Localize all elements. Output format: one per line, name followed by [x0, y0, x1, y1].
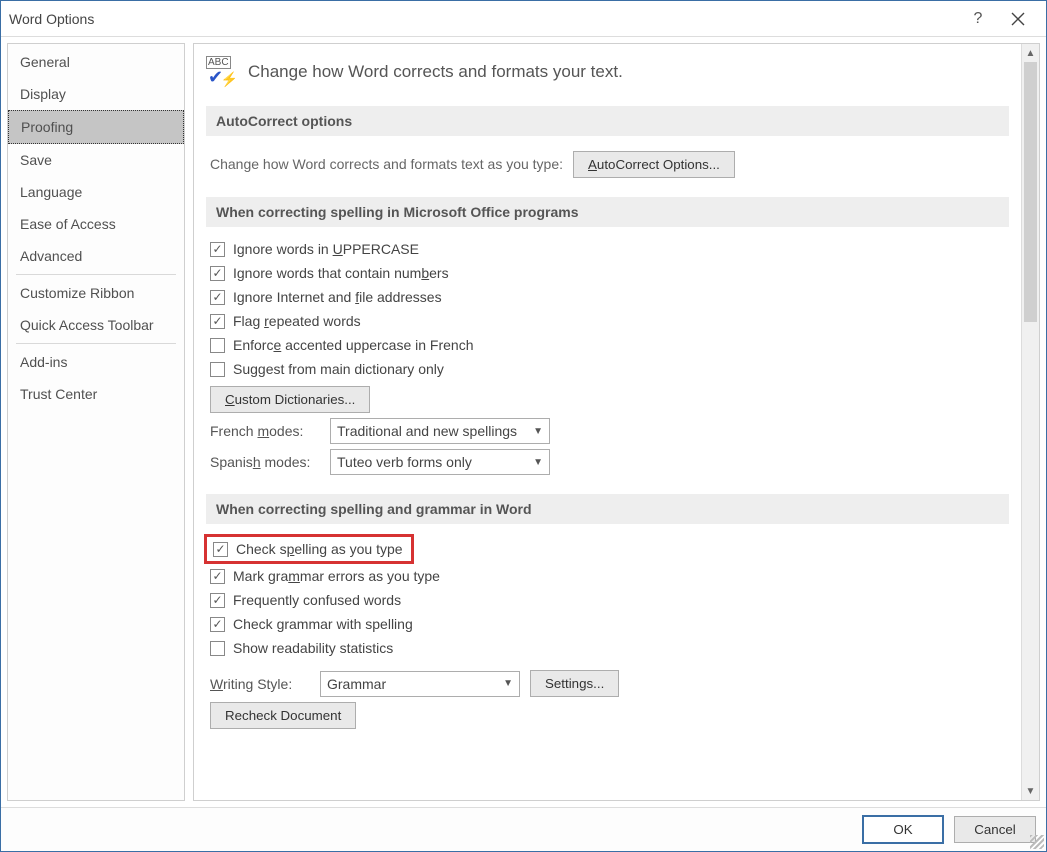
option-label: Frequently confused words — [233, 592, 401, 608]
option-label: Suggest from main dictionary only — [233, 361, 444, 377]
sidebar-item-general[interactable]: General — [8, 46, 184, 78]
option-label: Check spelling as you type — [236, 541, 403, 557]
option-check-grammar-with-spelling[interactable]: ✓ Check grammar with spelling — [210, 612, 1005, 636]
help-button[interactable]: ? — [958, 1, 998, 37]
sidebar-item-language[interactable]: Language — [8, 176, 184, 208]
option-mark-grammar-as-you-type[interactable]: ✓ Mark grammar errors as you type — [210, 564, 1005, 588]
sidebar-separator — [16, 343, 176, 344]
close-icon — [1011, 12, 1025, 26]
option-ignore-internet[interactable]: ✓ Ignore Internet and file addresses — [210, 285, 1005, 309]
chevron-down-icon: ▼ — [533, 457, 543, 468]
page-header-text: Change how Word corrects and formats you… — [248, 62, 623, 82]
writing-style-select[interactable]: Grammar ▼ — [320, 671, 520, 697]
checkbox-icon: ✓ — [213, 542, 228, 557]
sidebar-item-advanced[interactable]: Advanced — [8, 240, 184, 272]
chevron-down-icon: ▼ — [503, 678, 513, 689]
option-label: Check grammar with spelling — [233, 616, 413, 632]
proofing-icon: ABC ✔ ⚡ — [206, 56, 238, 88]
option-label: Ignore Internet and file addresses — [233, 289, 442, 305]
word-options-dialog: Word Options ? General Display Proofing … — [0, 0, 1047, 852]
dialog-footer: OK Cancel — [1, 807, 1046, 851]
sidebar-item-trust-center[interactable]: Trust Center — [8, 378, 184, 410]
checkbox-icon: ✓ — [210, 314, 225, 329]
autocorrect-desc: Change how Word corrects and formats tex… — [210, 156, 563, 172]
option-label: Ignore words that contain numbers — [233, 265, 449, 281]
sidebar-item-qat[interactable]: Quick Access Toolbar — [8, 309, 184, 341]
select-value: Traditional and new spellings — [337, 423, 517, 439]
checkbox-icon — [210, 362, 225, 377]
resize-grip-icon[interactable] — [1030, 835, 1044, 849]
section-word-body: ✓ Check spelling as you type ✓ Mark gram… — [206, 524, 1009, 742]
option-main-dictionary-only[interactable]: Suggest from main dictionary only — [210, 357, 1005, 381]
section-autocorrect-body: Change how Word corrects and formats tex… — [206, 136, 1009, 191]
cancel-button[interactable]: Cancel — [954, 816, 1036, 843]
option-ignore-numbers[interactable]: ✓ Ignore words that contain numbers — [210, 261, 1005, 285]
titlebar: Word Options ? — [1, 1, 1046, 37]
option-show-readability[interactable]: Show readability statistics — [210, 636, 1005, 660]
select-value: Grammar — [327, 676, 386, 692]
checkbox-icon — [210, 338, 225, 353]
scroll-up-icon[interactable]: ▲ — [1022, 44, 1039, 62]
select-value: Tuteo verb forms only — [337, 454, 472, 470]
dialog-body: General Display Proofing Save Language E… — [1, 37, 1046, 807]
ok-button[interactable]: OK — [862, 815, 944, 844]
vertical-scrollbar[interactable]: ▲ ▼ — [1021, 44, 1039, 800]
sidebar: General Display Proofing Save Language E… — [7, 43, 185, 801]
checkbox-icon: ✓ — [210, 593, 225, 608]
lightning-icon: ⚡ — [221, 71, 238, 88]
recheck-document-button[interactable]: Recheck Document — [210, 702, 356, 729]
content-panel: ABC ✔ ⚡ Change how Word corrects and for… — [194, 44, 1021, 800]
content-wrap: ABC ✔ ⚡ Change how Word corrects and for… — [193, 43, 1040, 801]
sidebar-item-addins[interactable]: Add-ins — [8, 346, 184, 378]
sidebar-item-save[interactable]: Save — [8, 144, 184, 176]
section-office-title: When correcting spelling in Microsoft Of… — [206, 197, 1009, 227]
sidebar-separator — [16, 274, 176, 275]
spanish-modes-label: Spanish modes: — [210, 454, 320, 470]
french-modes-label: French modes: — [210, 423, 320, 439]
custom-dictionaries-button[interactable]: Custom Dictionaries... — [210, 386, 370, 413]
settings-button[interactable]: Settings... — [530, 670, 619, 697]
option-label: Mark grammar errors as you type — [233, 568, 440, 584]
checkbox-icon: ✓ — [210, 569, 225, 584]
sidebar-item-display[interactable]: Display — [8, 78, 184, 110]
sidebar-item-customize-ribbon[interactable]: Customize Ribbon — [8, 277, 184, 309]
option-label: Show readability statistics — [233, 640, 393, 656]
section-autocorrect-title: AutoCorrect options — [206, 106, 1009, 136]
page-header: ABC ✔ ⚡ Change how Word corrects and for… — [206, 50, 1009, 100]
checkbox-icon: ✓ — [210, 266, 225, 281]
option-label: Enforce accented uppercase in French — [233, 337, 474, 353]
option-check-spelling-as-you-type[interactable]: ✓ Check spelling as you type — [204, 534, 414, 564]
spanish-modes-select[interactable]: Tuteo verb forms only ▼ — [330, 449, 550, 475]
checkbox-icon — [210, 641, 225, 656]
sidebar-item-proofing[interactable]: Proofing — [8, 110, 184, 144]
scrollbar-thumb[interactable] — [1024, 62, 1037, 322]
window-title: Word Options — [9, 11, 958, 27]
option-label: Flag repeated words — [233, 313, 361, 329]
option-label: Ignore words in UPPERCASE — [233, 241, 419, 257]
close-button[interactable] — [998, 1, 1038, 37]
writing-style-label: Writing Style: — [210, 676, 310, 692]
autocorrect-options-button[interactable]: AutoCorrect Options... — [573, 151, 735, 178]
option-enforce-french[interactable]: Enforce accented uppercase in French — [210, 333, 1005, 357]
checkbox-icon: ✓ — [210, 617, 225, 632]
option-frequently-confused[interactable]: ✓ Frequently confused words — [210, 588, 1005, 612]
sidebar-item-ease-of-access[interactable]: Ease of Access — [8, 208, 184, 240]
scroll-down-icon[interactable]: ▼ — [1022, 782, 1039, 800]
section-word-title: When correcting spelling and grammar in … — [206, 494, 1009, 524]
option-ignore-uppercase[interactable]: ✓ Ignore words in UPPERCASE — [210, 237, 1005, 261]
chevron-down-icon: ▼ — [533, 426, 543, 437]
option-flag-repeated[interactable]: ✓ Flag repeated words — [210, 309, 1005, 333]
french-modes-select[interactable]: Traditional and new spellings ▼ — [330, 418, 550, 444]
checkbox-icon: ✓ — [210, 242, 225, 257]
section-office-body: ✓ Ignore words in UPPERCASE ✓ Ignore wor… — [206, 227, 1009, 488]
checkbox-icon: ✓ — [210, 290, 225, 305]
